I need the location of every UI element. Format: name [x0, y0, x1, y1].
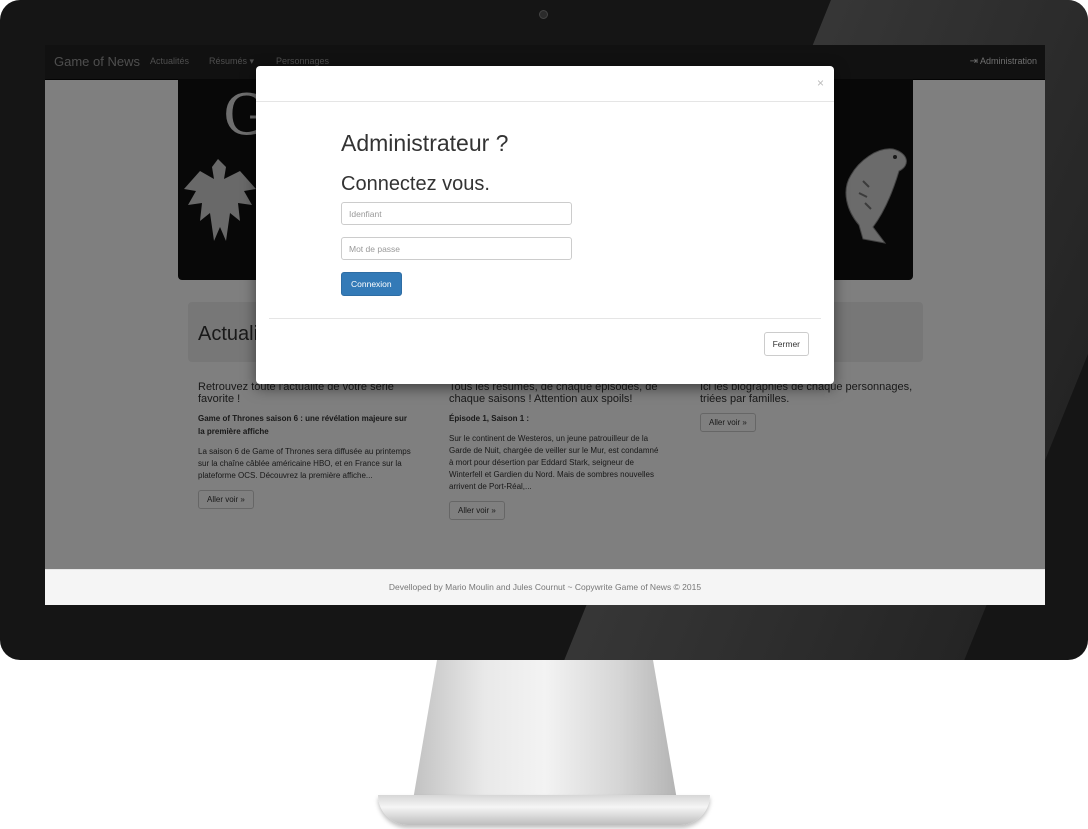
password-input[interactable]	[341, 237, 572, 260]
modal-header-divider	[256, 101, 834, 102]
login-button[interactable]: Connexion	[341, 272, 402, 296]
admin-login-modal: × Administrateur ? Connectez vous. Conne…	[256, 66, 834, 384]
username-input[interactable]	[341, 202, 572, 225]
monitor-stand-base	[378, 795, 710, 825]
screen: Game of News Actualités Résumés ▾ Person…	[45, 45, 1045, 605]
footer-text: Develloped by Mario Moulin and Jules Cou…	[388, 582, 702, 592]
page-footer: Develloped by Mario Moulin and Jules Cou…	[45, 569, 1045, 605]
close-button[interactable]: Fermer	[763, 332, 809, 356]
camera-icon	[539, 10, 548, 19]
modal-footer-divider	[269, 318, 821, 319]
close-icon[interactable]: ×	[817, 76, 824, 90]
monitor-stand	[413, 660, 677, 800]
modal-title: Administrateur ?	[341, 130, 509, 156]
modal-subtitle: Connectez vous.	[341, 173, 490, 195]
